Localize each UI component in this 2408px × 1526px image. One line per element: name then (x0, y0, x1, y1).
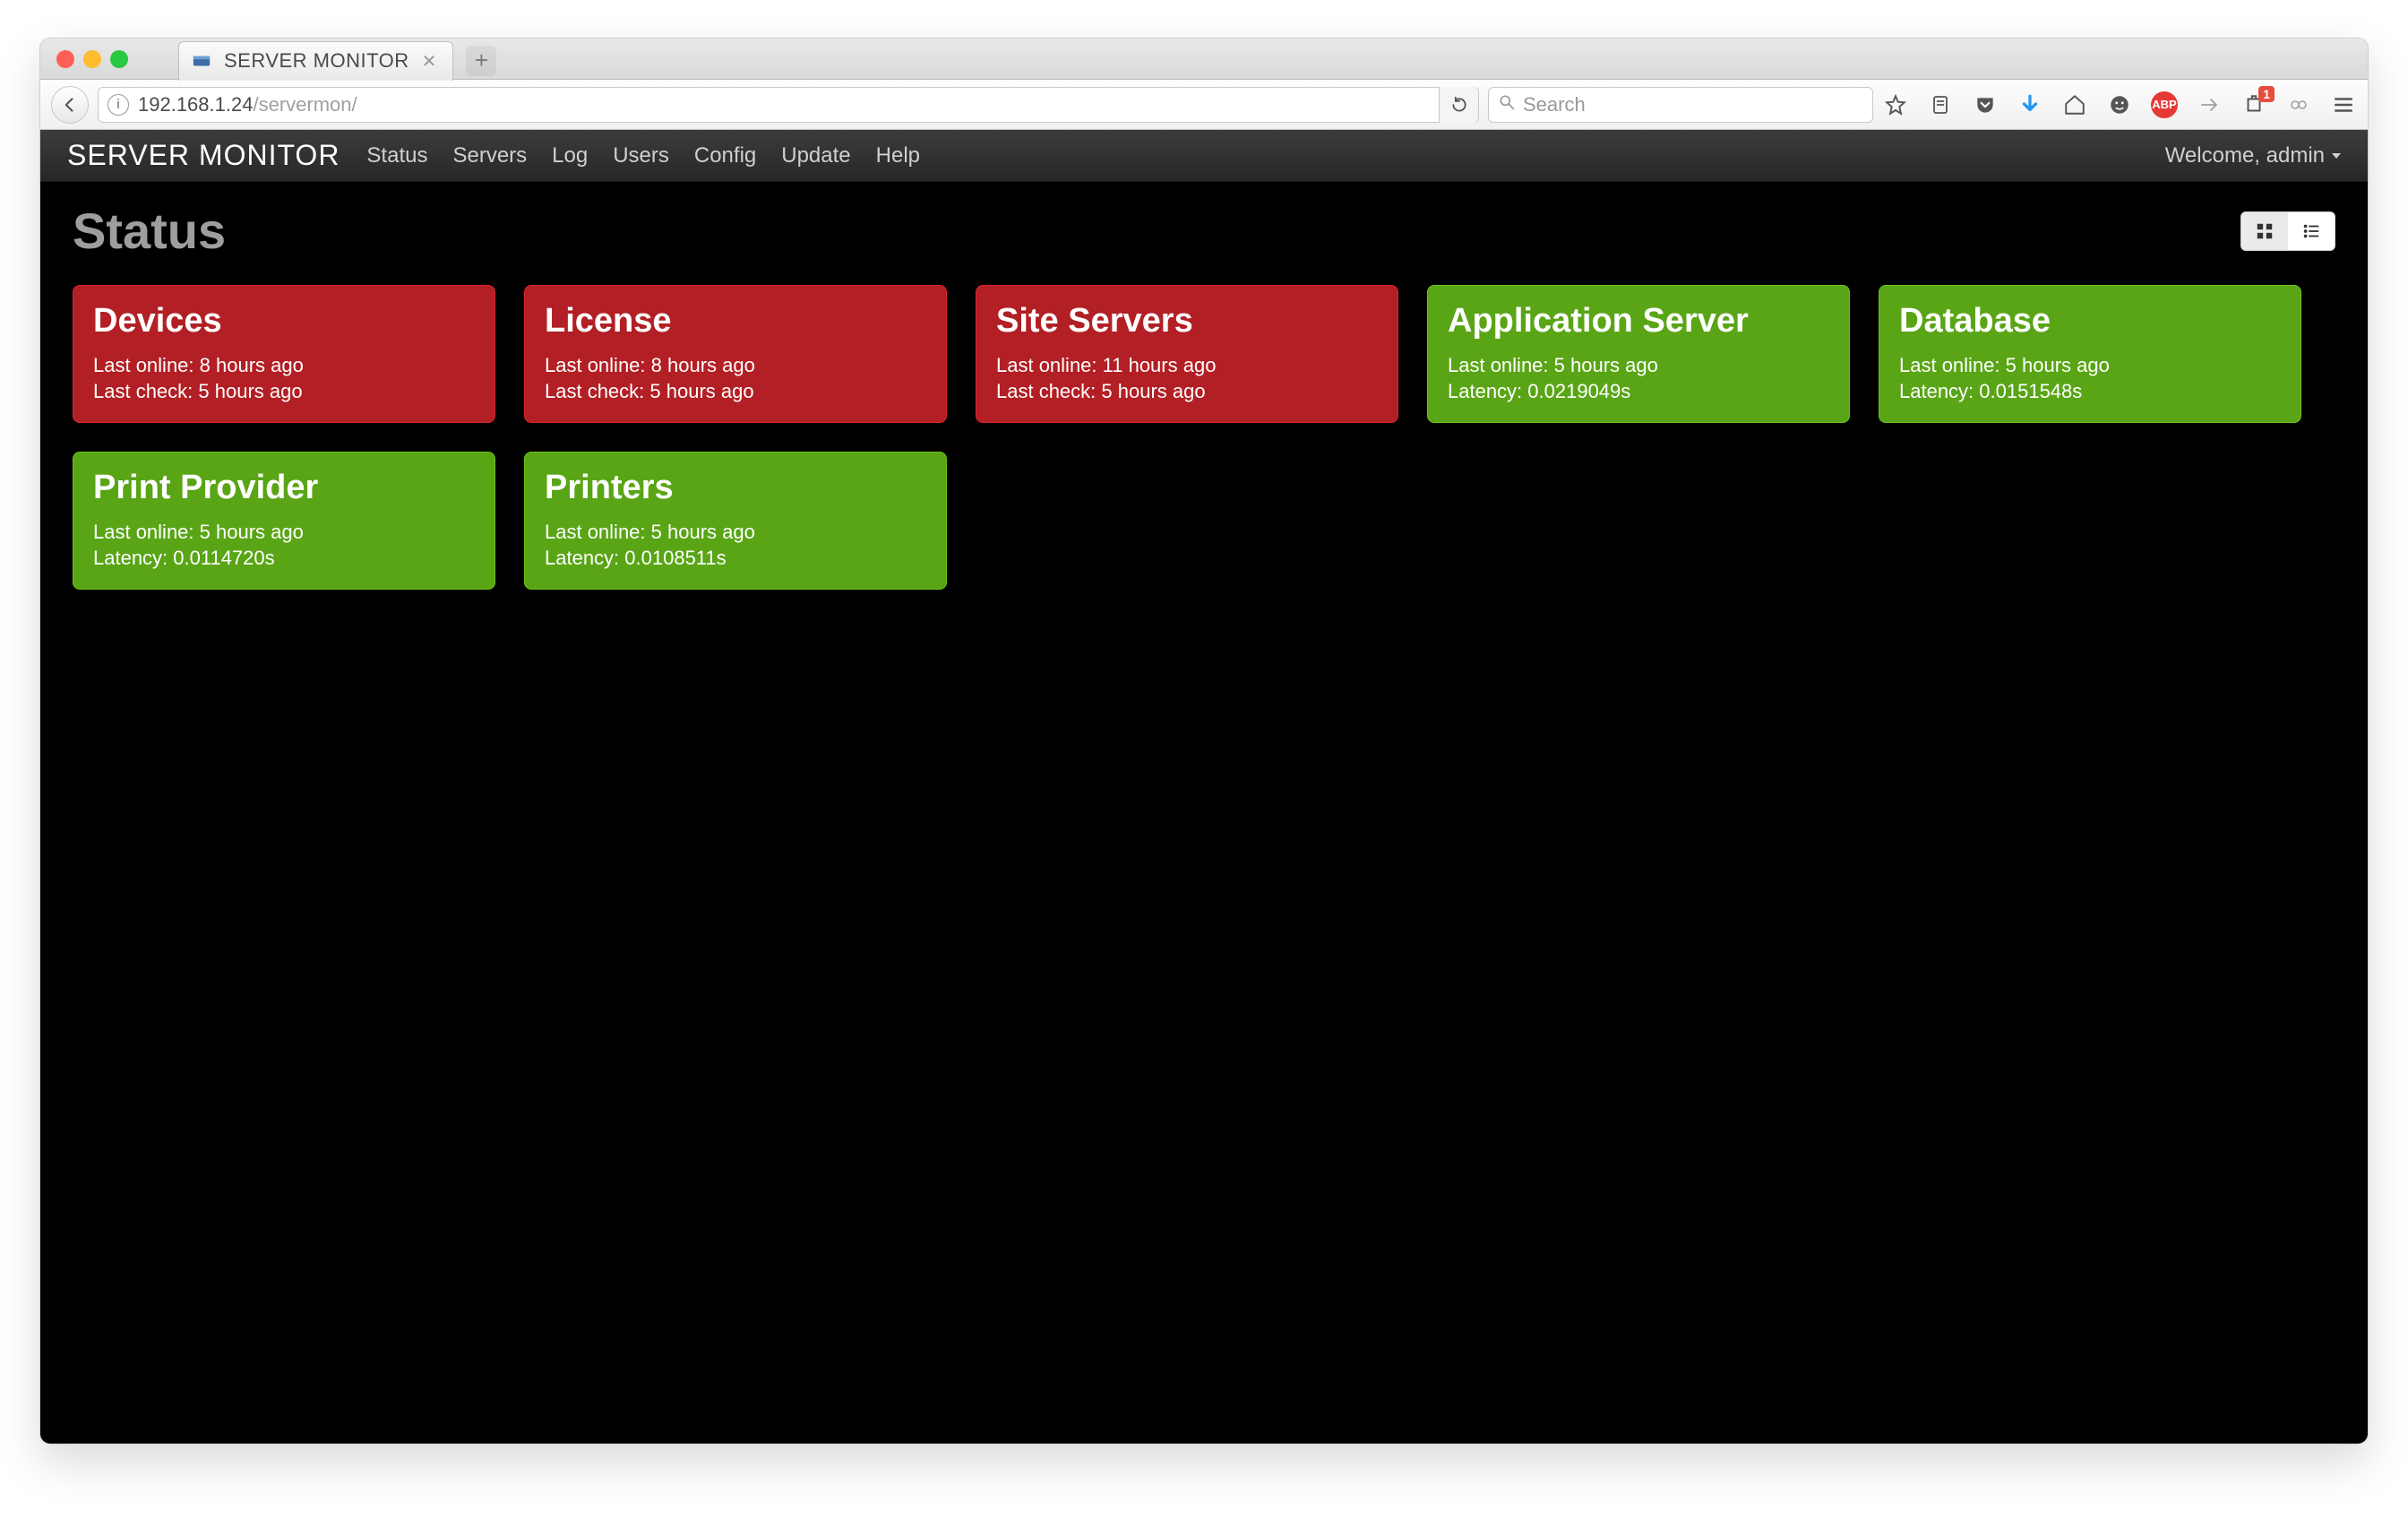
browser-tab[interactable]: SERVER MONITOR ✕ (178, 41, 453, 81)
window-close-button[interactable] (56, 50, 74, 68)
status-card-line2: Last check: 5 hours ago (996, 379, 1378, 405)
window-controls (56, 50, 128, 68)
nav-help[interactable]: Help (876, 143, 920, 168)
nav-links: Status Servers Log Users Config Update H… (366, 143, 920, 168)
search-bar[interactable]: Search (1488, 87, 1873, 123)
page-title: Status (73, 202, 226, 260)
browser-window: SERVER MONITOR ✕ + i 192.168.1.24/server… (39, 38, 2369, 1444)
status-card-line2: Latency: 0.0108511s (545, 546, 926, 572)
list-view-button[interactable] (2288, 212, 2335, 250)
nav-status[interactable]: Status (366, 143, 427, 168)
status-card-title: License (545, 302, 926, 341)
status-card-line1: Last online: 8 hours ago (93, 353, 475, 379)
user-menu[interactable]: Welcome, admin (2165, 143, 2341, 168)
extension-icon-1[interactable] (2196, 91, 2223, 118)
status-card-line2: Latency: 0.0114720s (93, 546, 475, 572)
new-tab-button[interactable]: + (466, 46, 496, 76)
status-card-line1: Last online: 11 hours ago (996, 353, 1378, 379)
status-card[interactable]: Printers Last online: 5 hours agoLatency:… (524, 452, 947, 590)
hamburger-menu-icon[interactable] (2330, 91, 2357, 118)
page-content: Status DevicesLast online: 8 hours agoLa… (40, 182, 2368, 1444)
home-icon[interactable] (2061, 91, 2088, 118)
nav-users[interactable]: Users (613, 143, 669, 168)
download-icon[interactable] (2017, 91, 2043, 118)
status-card[interactable]: Database Last online: 5 hours agoLatency:… (1879, 285, 2301, 423)
tab-close-icon[interactable]: ✕ (422, 50, 437, 73)
status-card[interactable]: Site Servers Last online: 11 hours agoLas… (976, 285, 1398, 423)
extension-icon-2[interactable] (2285, 91, 2312, 118)
search-placeholder: Search (1523, 93, 1586, 116)
nav-update[interactable]: Update (781, 143, 850, 168)
nav-config[interactable]: Config (694, 143, 756, 168)
welcome-text: Welcome, admin (2165, 143, 2325, 168)
bookmark-star-icon[interactable] (1882, 91, 1909, 118)
status-card-title: Site Servers (996, 302, 1378, 341)
status-card-line1: Last online: 5 hours ago (93, 520, 475, 546)
status-card[interactable]: License Last online: 8 hours agoLast chec… (524, 285, 947, 423)
status-card[interactable]: Devices Last online: 8 hours agoLast chec… (73, 285, 495, 423)
page-viewport: SERVER MONITOR Status Servers Log Users … (40, 130, 2368, 1444)
pocket-icon[interactable] (1972, 91, 1999, 118)
grid-view-button[interactable] (2241, 212, 2288, 250)
view-switch (2240, 211, 2335, 251)
status-card-title: Print Provider (93, 469, 475, 507)
status-card-line1: Last online: 8 hours ago (545, 353, 926, 379)
app-brand[interactable]: SERVER MONITOR (67, 139, 340, 172)
window-minimize-button[interactable] (83, 50, 101, 68)
window-maximize-button[interactable] (110, 50, 128, 68)
tab-title: SERVER MONITOR (224, 49, 409, 73)
back-button[interactable] (51, 86, 89, 124)
tab-strip: SERVER MONITOR ✕ + (40, 39, 2368, 80)
search-icon (1498, 93, 1516, 116)
status-card-title: Database (1899, 302, 2281, 341)
reading-list-icon[interactable] (1927, 91, 1954, 118)
status-card-line2: Latency: 0.0151548s (1899, 379, 2281, 405)
addons-badge: 1 (2258, 86, 2275, 102)
chevron-down-icon (2332, 153, 2341, 159)
toolbar-icons: ABP 1 (1882, 91, 2357, 118)
status-card-line1: Last online: 5 hours ago (1899, 353, 2281, 379)
status-card-line2: Latency: 0.0219049s (1448, 379, 1829, 405)
browser-toolbar: i 192.168.1.24/servermon/ Search (40, 80, 2368, 130)
status-card[interactable]: Print Provider Last online: 5 hours agoLa… (73, 452, 495, 590)
url-bar[interactable]: i 192.168.1.24/servermon/ (98, 87, 1479, 123)
nav-servers[interactable]: Servers (452, 143, 527, 168)
status-card-line2: Last check: 5 hours ago (545, 379, 926, 405)
url-text: 192.168.1.24/servermon/ (138, 93, 1430, 116)
status-card-title: Devices (93, 302, 475, 341)
status-card[interactable]: Application Server Last online: 5 hours a… (1427, 285, 1850, 423)
status-card-line2: Last check: 5 hours ago (93, 379, 475, 405)
cards-grid: DevicesLast online: 8 hours agoLast chec… (73, 285, 2335, 590)
app-navbar: SERVER MONITOR Status Servers Log Users … (40, 130, 2368, 182)
nav-log[interactable]: Log (552, 143, 588, 168)
tab-favicon (192, 51, 211, 71)
status-card-line1: Last online: 5 hours ago (1448, 353, 1829, 379)
face-icon[interactable] (2106, 91, 2133, 118)
status-card-line1: Last online: 5 hours ago (545, 520, 926, 546)
addons-icon[interactable]: 1 (2240, 91, 2267, 118)
reload-button[interactable] (1439, 87, 1478, 123)
url-path: /servermon/ (253, 93, 357, 116)
adblock-icon[interactable]: ABP (2151, 91, 2178, 118)
url-host: 192.168.1.24 (138, 93, 253, 116)
status-card-title: Application Server (1448, 302, 1829, 341)
status-card-title: Printers (545, 469, 926, 507)
site-info-icon[interactable]: i (108, 94, 129, 116)
